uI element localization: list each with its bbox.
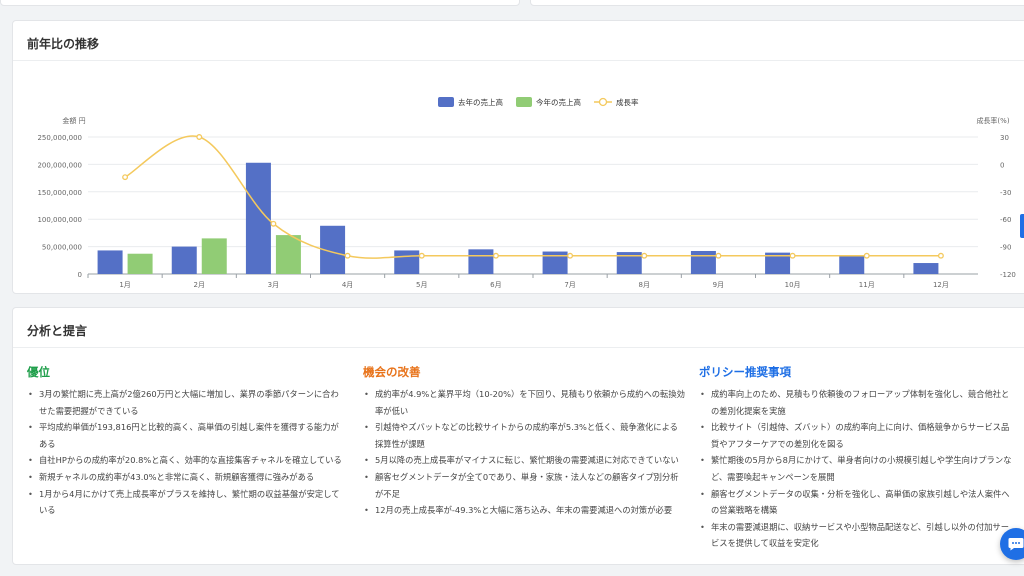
x-tick-label: 12月 [933,281,949,289]
opportunities-heading: 機会の改善 [363,365,421,379]
bar [394,250,420,274]
y-axis-label: 金額 円 [62,116,85,125]
chart-card-title: 前年比の推移 [13,21,1024,61]
growth-chart-card: 前年比の推移 0 50,000,000 100,000,000 150,000,000… [12,20,1024,294]
x-tick-label: 8月 [639,281,650,289]
x-tick-label: 2月 [194,281,205,289]
strengths-list: 3月の繁忙期に売上高が2億260万円と大幅に増加し、業界の季節パターンに合わせた… [27,386,347,519]
x-tick-label: 10月 [785,281,801,289]
growth-chart: 0 50,000,000 100,000,000 150,000,000 200,000… [37,97,1016,289]
analysis-card: 分析と提言 優位 3月の繁忙期に売上高が2億260万円と大幅に増加し、業界の季節… [12,307,1024,565]
x-tick-label: 9月 [713,281,724,289]
y2-tick-label: 30 [1000,134,1009,142]
growth-rate-point [492,252,499,259]
x-tick-label: 11月 [859,281,875,289]
legend-label: 去年の売上高 [458,97,503,107]
opportunities-list: 成約率が4.9%と業界平均（10-20%）を下回り、見積もり依頼から成約への転換… [363,386,685,519]
growth-rate-point [122,174,129,181]
growth-rate-point [567,252,574,259]
bar [690,250,716,274]
legend-label: 今年の売上高 [536,97,581,107]
y-tick-label: 200,000,000 [37,161,82,169]
opportunities-column: 機会の改善 成約率が4.9%と業界平均（10-20%）を下回り、見積もり依頼から… [363,364,685,519]
top-card-right [530,0,1024,6]
bar [839,255,865,274]
y2-tick-label: -90 [1000,244,1011,252]
list-item: 年末の需要減退期に、収納サービスや小型物品配送など、引越し以外の付加サービスを提… [699,519,1017,552]
bar [97,250,123,274]
y2-axis-label: 成長率(%) [976,116,1009,125]
y2-tick-label: -60 [1000,216,1011,224]
y-tick-label: 0 [78,271,82,279]
growth-rate-point [937,252,944,259]
bar [171,246,197,274]
y-tick-label: 250,000,000 [37,134,82,142]
legend-swatch [516,97,532,107]
list-item: 繁忙期後の5月から8月にかけて、単身者向けの小規模引越しや学生向けプランなど、需… [699,452,1017,485]
recommendations-list: 成約率向上のため、見積もり依頼後のフォローアップ体制を強化し、競合他社との差別化… [699,386,1017,552]
analysis-card-title: 分析と提言 [13,308,1024,348]
growth-rate-point [863,252,870,259]
chat-bubble-icon [1008,538,1024,551]
legend-label: 成長率 [616,97,639,107]
recommendations-column: ポリシー推奨事項 成約率向上のため、見積もり依頼後のフォローアップ体制を強化し、… [699,364,1017,552]
y-tick-label: 50,000,000 [42,244,82,252]
legend-swatch [438,97,454,107]
y2-tick-label: 0 [1000,161,1004,169]
x-tick-label: 5月 [416,281,427,289]
bar [201,238,227,274]
list-item: 12月の売上成長率が-49.3%と大幅に落ち込み、年末の需要減退への対策が必要 [363,502,685,519]
top-card-left [0,0,520,6]
y2-tick-label: -120 [1000,271,1016,279]
growth-rate-point [789,252,796,259]
x-tick-label: 1月 [119,281,130,289]
recommendations-heading: ポリシー推奨事項 [699,365,791,379]
x-tick-label: 3月 [268,281,279,289]
list-item: 新規チャネルの成約率が43.0%と非常に高く、新規顧客獲得に強みがある [27,469,347,486]
bar [127,253,153,274]
bar [542,251,568,274]
list-item: 比較サイト（引越侍、ズバット）の成約率向上に向け、価格競争からサービス品質やアフ… [699,419,1017,452]
x-tick-label: 4月 [342,281,353,289]
strengths-column: 優位 3月の繁忙期に売上高が2億260万円と大幅に増加し、業界の季節パターンに合… [27,364,347,519]
growth-rate-point [641,252,648,259]
y-tick-label: 100,000,000 [37,216,82,224]
strengths-heading: 優位 [27,365,50,379]
x-tick-label: 7月 [564,281,575,289]
list-item: 自社HPからの成約率が20.8%と高く、効率的な直接集客チャネルを確立している [27,452,347,469]
y-tick-label: 150,000,000 [37,189,82,197]
growth-rate-point [196,134,203,140]
list-item: 成約率向上のため、見積もり依頼後のフォローアップ体制を強化し、競合他社との差別化… [699,386,1017,419]
side-panel-tab[interactable] [1020,214,1024,238]
growth-rate-point [418,252,425,259]
list-item: 3月の繁忙期に売上高が2億260万円と大幅に増加し、業界の季節パターンに合わせた… [27,386,347,419]
bar [468,249,494,274]
legend-swatch [598,97,608,107]
list-item: 顧客セグメントデータの収集・分析を強化し、高単価の家族引越しや法人案件への営業戦… [699,486,1017,519]
list-item: 1月から4月にかけて売上成長率がプラスを維持し、繁忙期の収益基盤が安定している [27,486,347,519]
bar [275,235,301,274]
growth-rate-point [344,252,351,259]
list-item: 5月以降の売上成長率がマイナスに転じ、繁忙期後の需要減退に対応できていない [363,452,685,469]
list-item: 平均成約単価が193,816円と比較的高く、高単価の引越し案件を獲得する能力があ… [27,419,347,452]
list-item: 顧客セグメントデータが全て0であり、単身・家族・法人などの顧客タイプ別分析が不足 [363,469,685,502]
x-tick-label: 6月 [490,281,501,289]
bar [913,263,939,274]
list-item: 成約率が4.9%と業界平均（10-20%）を下回り、見積もり依頼から成約への転換… [363,386,685,419]
y2-tick-label: -30 [1000,189,1011,197]
growth-rate-point [715,252,722,259]
growth-rate-point [270,220,277,227]
chat-button[interactable] [1000,528,1024,560]
list-item: 引越侍やズバットなどの比較サイトからの成約率が5.3%と低く、競争激化による採算… [363,419,685,452]
